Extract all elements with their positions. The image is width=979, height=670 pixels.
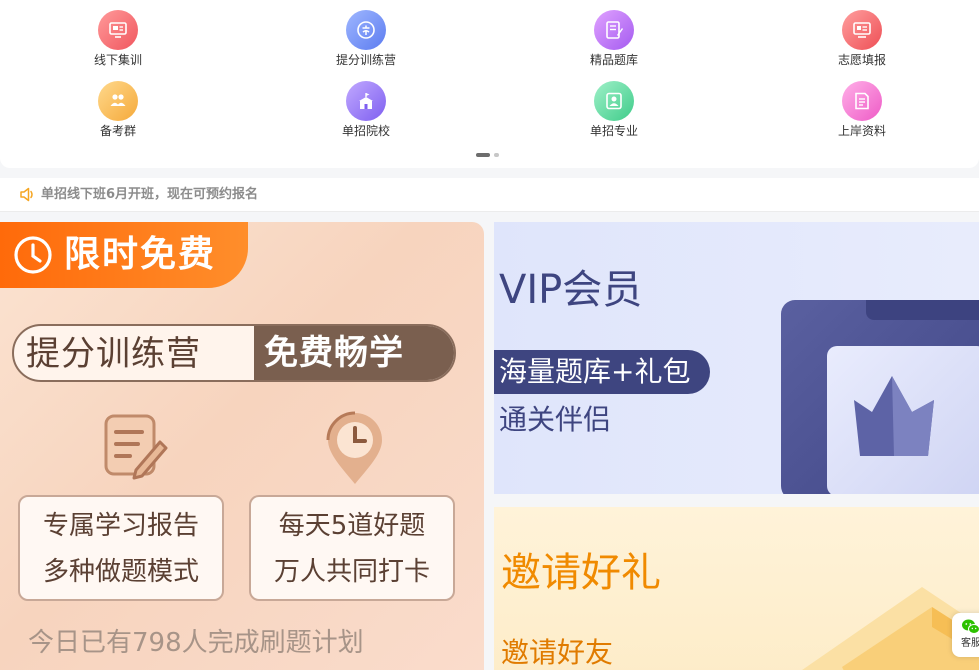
speaker-icon	[20, 187, 33, 202]
notice-text: 单招线下班6月开班，现在可预约报名	[41, 187, 259, 202]
report-icon	[104, 414, 168, 480]
vip-banner[interactable]: VIP会员 海量题库+礼包 通关伴侣	[494, 222, 979, 494]
promo-headline-right: 免费畅学	[264, 333, 404, 373]
vip-pill: 海量题库+礼包	[494, 350, 710, 394]
location-clock-icon	[326, 411, 382, 484]
nav-item-label: 备考群	[99, 124, 136, 138]
crown-icon	[854, 376, 934, 456]
nav-item-label: 线下集训	[93, 53, 142, 67]
feature-card-daily: 每天5道好题 万人共同打卡	[249, 495, 455, 601]
nav-item-label: 单招院校	[341, 124, 390, 138]
school-icon	[346, 81, 386, 121]
invite-banner[interactable]: 邀请好礼 邀请好友	[494, 507, 979, 670]
limited-free-tag: 限时免费	[0, 222, 248, 288]
wechat-icon	[962, 619, 979, 634]
notebook-icon	[594, 10, 634, 50]
nav-grid: 线下集训 提分训练营 精品题库 志愿填报 备考群 单招院校 单招专业 上岸资料	[0, 0, 979, 168]
nav-item-study-group[interactable]: 备考群	[38, 81, 198, 139]
feature-line: 万人共同打卡	[273, 557, 430, 587]
vip-title: VIP会员	[499, 267, 643, 313]
vip-deco-tab	[866, 300, 979, 320]
group-icon	[98, 81, 138, 121]
customer-service-label: 客服	[961, 638, 979, 649]
notice-bar[interactable]: 单招线下班6月开班，现在可预约报名	[0, 178, 979, 212]
invite-subtitle: 邀请好友	[501, 636, 614, 669]
nav-item-score-camp[interactable]: 提分训练营	[286, 10, 446, 68]
nav-item-label: 志愿填报	[837, 53, 886, 67]
indicator-dot[interactable]	[494, 153, 499, 157]
vip-pill-text: 海量题库+礼包	[499, 355, 691, 388]
invite-title: 邀请好礼	[501, 550, 661, 596]
nav-item-offline-training[interactable]: 线下集训	[38, 10, 198, 68]
promo-banner-score-camp[interactable]: 限时免费 提分训练营 免费畅学 专属学习报告 多种做题模式 每天5道好题 万人共…	[0, 222, 484, 670]
nav-item-schools[interactable]: 单招院校	[286, 81, 446, 139]
nav-item-label: 精品题库	[589, 53, 638, 67]
gift-box-icon	[802, 587, 979, 670]
classroom-icon	[98, 10, 138, 50]
major-icon	[594, 81, 634, 121]
nav-item-label: 上岸资料	[837, 124, 886, 138]
document-icon	[842, 81, 882, 121]
promo-headline: 提分训练营 免费畅学	[12, 324, 456, 382]
feature-line: 每天5道好题	[278, 511, 426, 541]
limited-free-text: 限时免费	[64, 234, 217, 275]
form-icon	[842, 10, 882, 50]
feature-line: 多种做题模式	[42, 557, 199, 587]
nav-item-question-bank[interactable]: 精品题库	[534, 10, 694, 68]
nav-item-majors[interactable]: 单招专业	[534, 81, 694, 139]
clock-icon	[14, 236, 52, 274]
customer-service-button[interactable]: 客服	[952, 613, 979, 657]
nav-item-application[interactable]: 志愿填报	[782, 10, 942, 68]
nav-item-label: 单招专业	[589, 124, 638, 138]
page: 线下集训 提分训练营 精品题库 志愿填报 备考群 单招院校 单招专业 上岸资料 …	[0, 0, 979, 670]
vip-subtitle: 通关伴侣	[499, 403, 612, 436]
free-badge-icon	[346, 10, 386, 50]
nav-item-label: 提分训练营	[335, 53, 396, 67]
feature-line: 专属学习报告	[42, 511, 199, 541]
promo-footer-text: 今日已有798人完成刷题计划	[28, 628, 364, 658]
promo-headline-left: 提分训练营	[26, 334, 201, 374]
indicator-dot-active[interactable]	[476, 153, 490, 157]
promo-headline-right-box: 免费畅学	[254, 326, 454, 380]
nav-item-materials[interactable]: 上岸资料	[782, 81, 942, 139]
feature-card-report: 专属学习报告 多种做题模式	[18, 495, 224, 601]
